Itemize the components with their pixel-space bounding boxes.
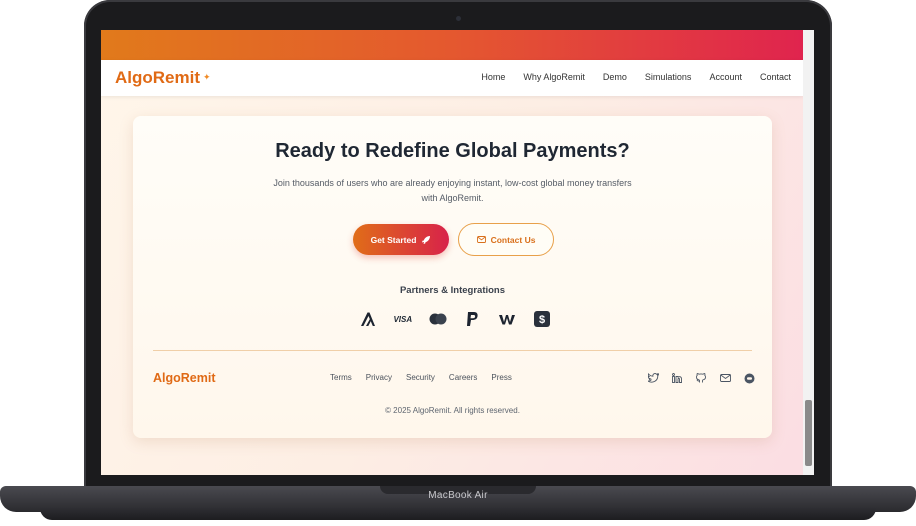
rocket-icon xyxy=(422,235,431,244)
cashapp-icon: $ xyxy=(531,309,553,329)
footer-link-security[interactable]: Security xyxy=(406,373,435,382)
contact-us-label: Contact Us xyxy=(490,234,536,245)
cta-subtext: Join thousands of users who are already … xyxy=(273,178,632,203)
wise-icon xyxy=(496,309,518,329)
copyright: © 2025 AlgoRemit. All rights reserved. xyxy=(385,406,520,415)
footer-link-press[interactable]: Press xyxy=(491,373,511,382)
contact-us-button[interactable]: Contact Us xyxy=(458,223,554,256)
footer-link-terms[interactable]: Terms xyxy=(330,373,352,382)
linkedin-icon[interactable] xyxy=(665,371,689,385)
discord-icon[interactable] xyxy=(737,371,761,385)
footer-logo[interactable]: AlgoRemit xyxy=(153,371,216,385)
get-started-label: Get Started xyxy=(370,234,417,245)
visa-text: VISA xyxy=(393,314,413,324)
paypal-icon xyxy=(461,309,483,329)
mail-icon xyxy=(476,236,486,243)
screen: AlgoRemit ✦ Home Why AlgoRemit Demo Simul… xyxy=(101,30,814,475)
get-started-button[interactable]: Get Started xyxy=(353,224,449,255)
scrollbar-thumb[interactable] xyxy=(805,400,812,466)
github-icon[interactable] xyxy=(689,371,713,385)
mail-icon[interactable] xyxy=(713,371,737,385)
navbar: AlgoRemit ✦ Home Why AlgoRemit Demo Simul… xyxy=(101,60,803,96)
partner-logos: VISA $ xyxy=(357,309,553,329)
scrollbar[interactable] xyxy=(803,30,814,475)
visa-icon: VISA xyxy=(392,309,414,329)
nav-link-simulations[interactable]: Simulations xyxy=(645,72,692,82)
device-label: MacBook Air xyxy=(428,490,488,501)
partners-title: Partners & Integrations xyxy=(399,285,506,296)
nav-link-why[interactable]: Why AlgoRemit xyxy=(523,72,585,82)
nav-link-home[interactable]: Home xyxy=(481,72,505,82)
nav-link-account[interactable]: Account xyxy=(709,72,742,82)
camera-icon xyxy=(456,16,461,21)
nav-logo-text: AlgoRemit xyxy=(115,68,200,87)
mastercard-icon xyxy=(427,309,449,329)
social-links xyxy=(641,371,761,385)
nav-logo[interactable]: AlgoRemit ✦ xyxy=(115,68,211,88)
twitter-icon[interactable] xyxy=(641,371,665,385)
algorand-icon xyxy=(357,309,379,329)
footer-link-privacy[interactable]: Privacy xyxy=(366,373,392,382)
cta-card: Ready to Redefine Global Payments? Join … xyxy=(133,116,772,438)
nav-link-demo[interactable]: Demo xyxy=(603,72,627,82)
sparkle-icon: ✦ xyxy=(203,72,211,82)
footer-link-careers[interactable]: Careers xyxy=(449,373,477,382)
laptop-base-bottom xyxy=(40,508,876,520)
footer-divider xyxy=(153,350,752,351)
gradient-band xyxy=(101,30,803,60)
cta-headline: Ready to Redefine Global Payments? xyxy=(275,140,630,162)
nav-link-contact[interactable]: Contact xyxy=(760,72,791,82)
svg-text:$: $ xyxy=(539,314,545,326)
footer-links: Terms Privacy Security Careers Press xyxy=(330,373,526,382)
nav-links: Home Why AlgoRemit Demo Simulations Acco… xyxy=(463,72,791,82)
